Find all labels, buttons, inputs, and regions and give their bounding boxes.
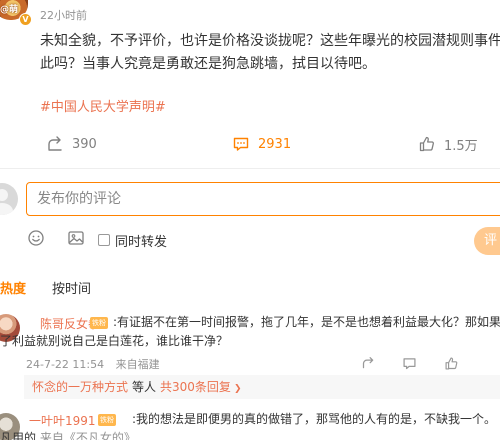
divider: [0, 168, 500, 169]
weibo-post-page: @萌 V 22小时前 未知全貌，不予评价，也许是价格没谈拢呢？这些年曝光的校园潜…: [0, 0, 500, 440]
comment-username[interactable]: 一叶叶1991: [29, 412, 96, 429]
post-author-avatar[interactable]: @萌 V: [0, 0, 32, 26]
comment-reply-button[interactable]: [400, 354, 418, 372]
avatar-text: @萌: [0, 5, 19, 15]
reply-joiner: 等人: [132, 380, 157, 394]
share-icon: [46, 135, 64, 153]
post-text: 未知全貌，不予评价，也许是价格没谈拢呢？这些年曝光的校园潜规则事件不 此吗？当事…: [40, 30, 500, 76]
reply-count-link[interactable]: 共300条回复: [160, 380, 231, 394]
current-user-avatar: [0, 183, 18, 215]
comment-text-line: :有证据不在第一时间报警，拖了几年，是不是也想着利益最大化？那如果: [113, 315, 500, 329]
replies-summary[interactable]: 怀念的一万种方式 等人 共300条回复 ❯: [24, 375, 500, 399]
post-actions: 390 2931 1.5万: [0, 130, 500, 158]
checkbox-box[interactable]: [98, 234, 110, 246]
post-time[interactable]: 22小时前: [40, 7, 87, 23]
hashtag-link[interactable]: #中国人民大学声明#: [40, 96, 166, 115]
like-count: 1.5万: [444, 138, 478, 154]
tab-time[interactable]: 按时间: [52, 278, 91, 297]
comment-source: 来自《不凡女的》: [39, 431, 136, 440]
thumbs-up-icon: [418, 135, 436, 153]
composer-tools: 同时转发: [26, 230, 167, 250]
comment-input-box[interactable]: [26, 182, 500, 216]
repost-label: 同时转发: [115, 234, 168, 250]
comment-button[interactable]: 2931: [232, 130, 291, 158]
comment-location: 来自福建: [115, 358, 160, 371]
reply-username[interactable]: 怀念的一万种方式: [32, 380, 128, 394]
share-button[interactable]: 390: [46, 130, 97, 158]
verified-badge-icon: V: [19, 13, 32, 26]
thumbs-up-icon: [442, 354, 460, 372]
comment-sort-tabs: 热度 按时间: [0, 278, 91, 297]
share-count: 390: [72, 136, 97, 152]
comment-icon: [400, 354, 418, 372]
comment-text-line: 了利益就别说自己是白莲花，谁比谁干净？: [0, 334, 229, 348]
chevron-right-icon: ❯: [233, 384, 242, 394]
image-button[interactable]: [66, 230, 86, 250]
fan-badge: 铁粉: [98, 414, 116, 426]
tab-hot[interactable]: 热度: [0, 278, 26, 297]
comment-icon: [232, 135, 250, 153]
submit-comment-button[interactable]: 评: [474, 227, 500, 255]
comment-text-fragment: 凡用的: [0, 431, 37, 440]
emoji-icon: [27, 229, 45, 251]
image-icon: [67, 229, 85, 251]
comment-share-button[interactable]: [359, 354, 377, 372]
emoji-button[interactable]: [26, 230, 46, 250]
comment-time: 24-7-22 11:54: [26, 358, 105, 371]
post-text-line: 未知全貌，不予评价，也许是价格没谈拢呢？这些年曝光的校园潜规则事件不: [40, 33, 500, 49]
replies-summary-line: 怀念的一万种方式 等人 共300条回复 ❯: [32, 378, 241, 398]
comment-like-button[interactable]: [442, 354, 460, 372]
share-icon: [359, 354, 377, 372]
comment-input[interactable]: [27, 183, 500, 215]
comment-meta: 24-7-22 11:54 来自福建: [26, 356, 160, 372]
repost-checkbox[interactable]: 同时转发: [98, 231, 167, 250]
comment-count: 2931: [258, 136, 292, 152]
fan-badge: 铁粉: [90, 317, 108, 329]
post-text-line: 此吗？当事人究竟是勇敢还是狗急跳墙，拭目以待吧。: [40, 56, 376, 72]
like-button[interactable]: 1.5万: [418, 130, 478, 158]
comment-text-line: 凡用的 来自《不凡女的》: [0, 428, 136, 440]
comment-text-line: :我的想法是即便男的真的做错了，那骂他的人有的是，不缺我一个。: [132, 412, 497, 426]
